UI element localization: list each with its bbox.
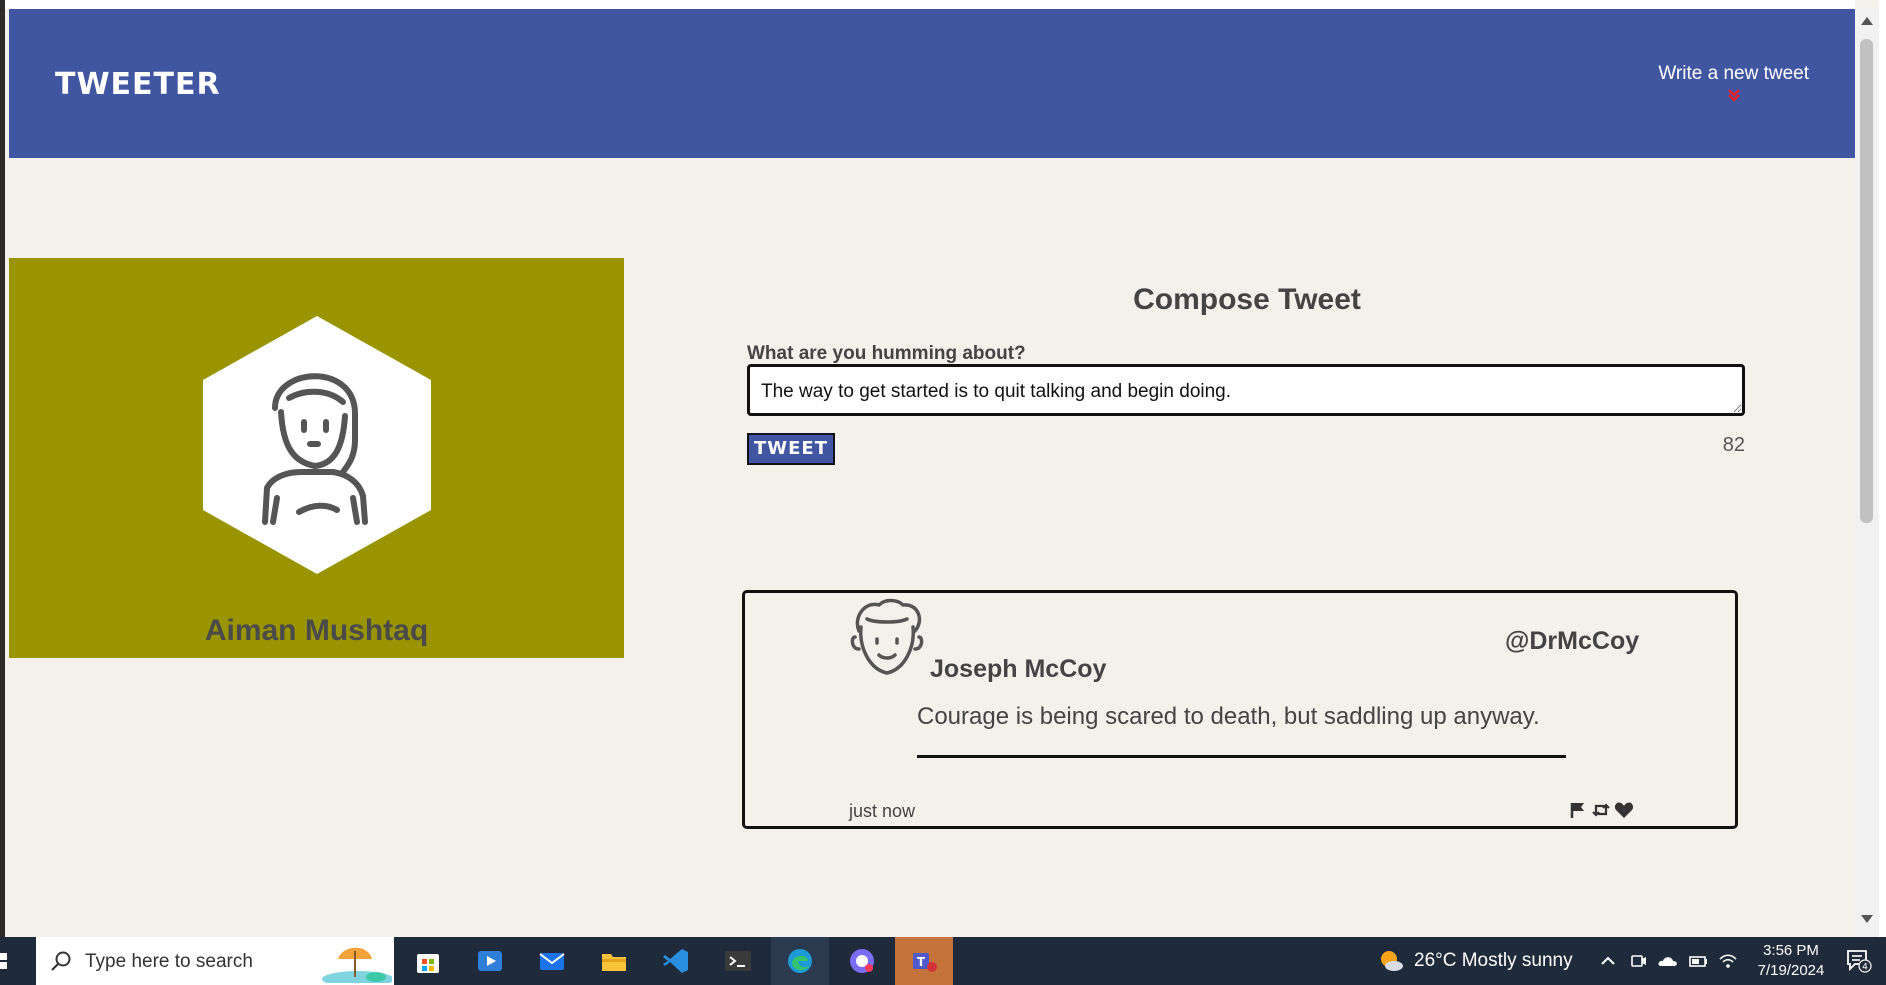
tweet-timestamp: just now [849,801,916,821]
tweet-content: Courage is being scared to death, but sa… [917,703,1540,730]
terminal-icon [725,951,751,971]
tweet-author-handle: @DrMcCoy [1505,627,1640,655]
chevron-up-icon[interactable] [1597,951,1619,971]
onedrive-icon[interactable] [1657,951,1679,971]
scroll-down-arrow-icon[interactable] [1861,915,1873,923]
window-left-edge [0,0,5,937]
tweet-card: Joseph McCoy @DrMcCoy Courage is being s… [742,590,1738,829]
chat-app[interactable] [833,937,891,985]
tweet-author-name: Joseph McCoy [930,655,1107,683]
browser-viewport: TWEETER Write a new tweet Aiman Mushtaq … [0,0,1886,937]
vertical-scrollbar[interactable] [1855,9,1879,937]
double-chevron-down-icon [1727,89,1740,102]
weather-text: 26°C Mostly sunny [1414,950,1573,971]
compose-title: Compose Tweet [1133,283,1361,316]
window-right-edge [1879,0,1886,937]
nav-bar: TWEETER Write a new tweet [9,9,1855,158]
compose-textarea[interactable] [747,364,1745,416]
notification-center-button[interactable]: 4 [1846,949,1872,973]
write-new-tweet-label: Write a new tweet [1658,63,1809,84]
taskbar-clock[interactable]: 3:56 PM 7/19/2024 [1746,941,1836,981]
scroll-up-arrow-icon[interactable] [1861,17,1873,25]
mail-icon [539,953,565,970]
clock-date: 7/19/2024 [1757,962,1825,979]
profile-name: Aiman Mushtaq [204,614,429,647]
vscode-app[interactable] [647,937,705,985]
chat-app-icon [850,949,874,973]
windows-icon [0,953,7,969]
tweet-button[interactable]: TWEET [747,433,835,465]
write-new-tweet-link[interactable]: Write a new tweet [1658,63,1809,103]
clock-time: 3:56 PM [1763,942,1819,959]
terminal-app[interactable] [709,937,767,985]
media-player-icon [478,951,502,971]
file-explorer-app[interactable] [585,937,643,985]
beach-illustration-icon [322,947,392,983]
svg-text:T: T [917,955,926,969]
search-placeholder: Type here to search [85,951,253,972]
scroll-thumb[interactable] [1860,39,1873,523]
character-counter: 82 [1722,434,1745,456]
wifi-icon[interactable] [1717,951,1739,971]
vscode-icon [663,949,688,973]
tweet-divider [917,755,1566,758]
profile-avatar [203,316,431,574]
profile-card: Aiman Mushtaq [9,258,624,658]
taskbar: Type here to search T 26°C Mostly sunny [0,937,1886,985]
user-avatar [850,598,924,675]
meet-now-icon[interactable] [1627,951,1649,971]
flag-icon[interactable] [1568,801,1588,819]
media-player-app[interactable] [461,937,519,985]
system-tray [1597,951,1739,971]
brand-logo[interactable]: TWEETER [55,67,221,102]
store-icon [417,954,439,973]
edge-icon [788,949,812,973]
mail-app[interactable] [523,937,581,985]
store-app[interactable] [399,937,457,985]
teams-app[interactable]: T [895,937,953,985]
search-icon [51,951,71,971]
partly-sunny-icon [1381,951,1403,971]
tweet-actions [1568,801,1634,819]
weather-widget[interactable]: 26°C Mostly sunny [1378,937,1573,985]
teams-icon: T [913,953,937,972]
retweet-icon[interactable] [1591,801,1611,819]
compose-label: What are you humming about? [747,343,1026,364]
battery-icon[interactable] [1687,951,1709,971]
heart-icon[interactable] [1614,801,1634,819]
notification-icon: 4 [1847,950,1872,973]
file-explorer-icon [602,954,626,971]
start-button[interactable] [0,937,36,985]
edge-app[interactable] [771,937,829,985]
window-top-strip [5,0,1855,9]
taskbar-search[interactable]: Type here to search [36,937,394,985]
notification-count: 4 [1862,963,1868,973]
